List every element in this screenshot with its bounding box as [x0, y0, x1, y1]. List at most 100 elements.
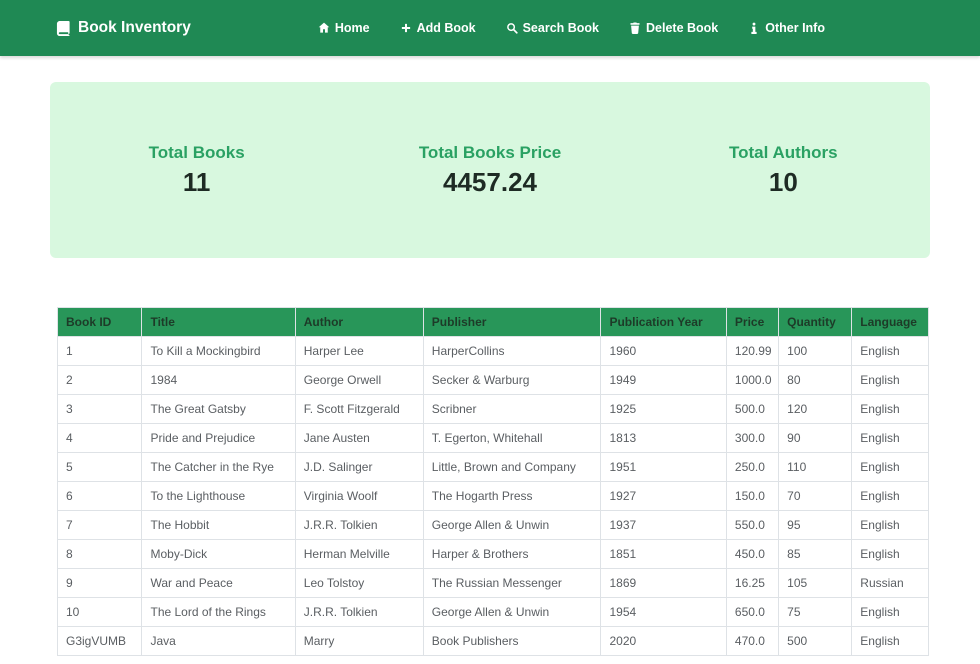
cell-language: English [851, 452, 929, 482]
nav-item-label: Delete Book [646, 21, 719, 35]
nav-item-other-info[interactable]: Other Info [748, 21, 825, 35]
cell-book-id: 2 [56, 365, 143, 395]
table-row: 3 The Great Gatsby F. Scott Fitzgerald Scri… [56, 394, 929, 424]
search-icon [506, 22, 518, 34]
cell-quantity: 70 [778, 481, 853, 511]
cell-publisher: Harper & Brothers [422, 539, 602, 569]
column-header-publisher: Publisher [422, 307, 602, 337]
cell-publication-year: 1960 [600, 336, 727, 366]
cell-language: Russian [851, 568, 929, 598]
stat-total-authors: Total Authors 10 [637, 143, 930, 198]
cell-title: To the Lighthouse [141, 481, 296, 511]
cell-publication-year: 1949 [600, 365, 727, 395]
column-header-publication-year: Publication Year [600, 307, 727, 337]
nav-item-label: Search Book [522, 21, 600, 35]
column-header-author: Author [294, 307, 424, 337]
brand[interactable]: Book Inventory [56, 19, 191, 37]
cell-price: 120.99 [725, 336, 780, 366]
cell-language: English [851, 394, 929, 424]
table-row: 7 The Hobbit J.R.R. Tolkien George Allen & … [56, 510, 929, 540]
stat-label: Total Books [148, 142, 245, 162]
cell-language: English [851, 597, 929, 627]
stat-total-books: Total Books 11 [50, 143, 343, 198]
cell-price: 150.0 [725, 481, 780, 511]
home-icon [318, 22, 330, 34]
table-row: 1 To Kill a Mockingbird Harper Lee HarperCo… [56, 336, 929, 366]
cell-price: 650.0 [725, 597, 780, 627]
stat-value: 4457.24 [443, 166, 537, 197]
table-row: 6 To the Lighthouse Virginia Woolf The Hoga… [56, 481, 929, 511]
cell-author: Harper Lee [294, 336, 424, 366]
table-header-row: Book ID Title Author Publisher Publication Y… [56, 307, 929, 337]
cell-author: Jane Austen [294, 423, 424, 453]
column-header-book-id: Book ID [56, 307, 143, 337]
cell-publisher: T. Egerton, Whitehall [422, 423, 602, 453]
cell-book-id: 1 [56, 336, 143, 366]
cell-price: 16.25 [725, 568, 780, 598]
nav-item-add-book[interactable]: Add Book [400, 21, 476, 35]
cell-language: English [851, 539, 929, 569]
column-header-language: Language [851, 307, 929, 337]
cell-publisher: The Hogarth Press [422, 481, 602, 511]
cell-quantity: 80 [778, 365, 853, 395]
nav-item-home[interactable]: Home [318, 21, 370, 35]
nav-item-search-book[interactable]: Search Book [506, 21, 599, 35]
cell-price: 500.0 [725, 394, 780, 424]
cell-title: To Kill a Mockingbird [141, 336, 296, 366]
cell-quantity: 100 [778, 336, 853, 366]
cell-author: Marry [294, 626, 424, 656]
cell-language: English [851, 510, 929, 540]
cell-title: War and Peace [141, 568, 296, 598]
cell-quantity: 95 [778, 510, 853, 540]
cell-author: F. Scott Fitzgerald [294, 394, 424, 424]
books-table: Book ID Title Author Publisher Publication Y… [56, 307, 929, 656]
stat-label: Total Books Price [418, 142, 562, 162]
cell-publisher: Scribner [422, 394, 602, 424]
stat-label: Total Authors [729, 142, 838, 162]
cell-title: The Catcher in the Rye [141, 452, 296, 482]
cell-author: J.R.R. Tolkien [294, 597, 424, 627]
cell-publication-year: 1869 [600, 568, 727, 598]
info-icon [748, 22, 760, 34]
cell-quantity: 110 [778, 452, 853, 482]
cell-title: Pride and Prejudice [141, 423, 296, 453]
cell-book-id: 9 [56, 568, 143, 598]
plus-icon [400, 22, 412, 34]
cell-author: Virginia Woolf [294, 481, 424, 511]
cell-price: 450.0 [725, 539, 780, 569]
table-row: 2 1984 George Orwell Secker & Warburg 1949 10… [56, 365, 929, 395]
cell-publisher: George Allen & Unwin [422, 597, 602, 627]
stats-panel: Total Books 11 Total Books Price 4457.24 Tot… [50, 82, 930, 258]
cell-language: English [851, 481, 929, 511]
table-row: 10 The Lord of the Rings J.R.R. Tolkien Geo… [56, 597, 929, 627]
cell-price: 550.0 [725, 510, 780, 540]
stat-value: 11 [182, 166, 211, 197]
table-row: G3igVUMB Java Marry Book Publishers 2020 470.… [56, 626, 929, 656]
cell-author: George Orwell [294, 365, 424, 395]
column-header-price: Price [725, 307, 780, 337]
table-row: 9 War and Peace Leo Tolstoy The Russian Mes… [56, 568, 929, 598]
cell-book-id: 7 [56, 510, 143, 540]
nav-links: Home Add Book Search Book Delete Book Other … [318, 21, 825, 35]
cell-title: The Hobbit [141, 510, 296, 540]
cell-title: 1984 [141, 365, 296, 395]
cell-publisher: George Allen & Unwin [422, 510, 602, 540]
stat-total-books-price: Total Books Price 4457.24 [343, 143, 636, 198]
cell-book-id: 6 [56, 481, 143, 511]
cell-language: English [851, 336, 929, 366]
nav-item-delete-book[interactable]: Delete Book [629, 21, 718, 35]
cell-publisher: HarperCollins [422, 336, 602, 366]
cell-author: J.D. Salinger [294, 452, 424, 482]
cell-language: English [851, 423, 929, 453]
trash-icon [629, 22, 641, 34]
books-table-body: 1 To Kill a Mockingbird Harper Lee HarperCo… [56, 336, 929, 656]
table-row: 8 Moby-Dick Herman Melville Harper & Brothe… [56, 539, 929, 569]
cell-publication-year: 1937 [600, 510, 727, 540]
table-row: 5 The Catcher in the Rye J.D. Salinger Litt… [56, 452, 929, 482]
column-header-quantity: Quantity [778, 307, 853, 337]
cell-publication-year: 1951 [600, 452, 727, 482]
cell-book-id: G3igVUMB [56, 626, 143, 656]
cell-author: Leo Tolstoy [294, 568, 424, 598]
cell-price: 470.0 [725, 626, 780, 656]
brand-label: Book Inventory [78, 19, 191, 36]
